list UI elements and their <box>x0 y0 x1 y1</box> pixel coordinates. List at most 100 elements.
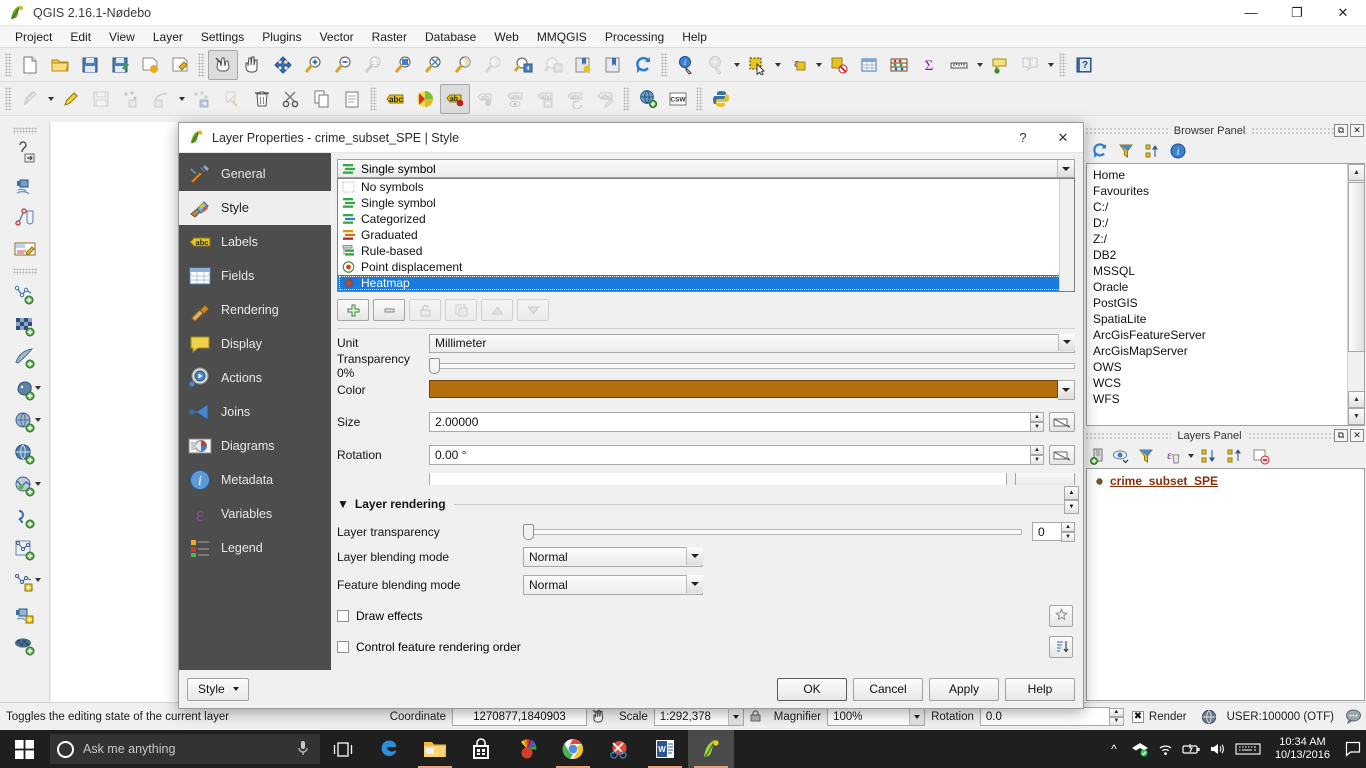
highlight-pinned-labels-button[interactable]: ab <box>440 84 470 114</box>
zoom-previous-button[interactable] <box>508 50 538 80</box>
collapse-all-button[interactable] <box>1222 445 1248 467</box>
nav-item-legend[interactable]: Legend <box>179 531 331 565</box>
chevron-down-icon[interactable] <box>35 386 41 390</box>
nav-item-actions[interactable]: Actions <box>179 361 331 395</box>
chevron-down-icon[interactable] <box>35 578 41 582</box>
symbol-panel-scrollbar[interactable]: ▲ ▼ <box>1064 486 1079 514</box>
nav-item-display[interactable]: Display <box>179 327 331 361</box>
move-up-symbol-layer-button[interactable] <box>481 299 513 321</box>
browser-filter-button[interactable] <box>1113 140 1139 162</box>
layer-transparency-spinner[interactable]: ▲ ▼ <box>1061 522 1075 542</box>
toolbar-grip[interactable] <box>623 87 630 111</box>
scroll-up-arrow[interactable]: ▲ <box>1348 164 1365 181</box>
style-menu-button[interactable]: Style <box>187 678 249 701</box>
transparency-spin-up[interactable]: ▲ <box>1061 522 1075 532</box>
touch-zoom-pan-button[interactable] <box>208 50 238 80</box>
show-hide-labels-button[interactable]: abc <box>500 84 530 114</box>
qgis-app-icon[interactable] <box>688 730 734 768</box>
help-contents-button[interactable]: ? <box>1069 50 1099 80</box>
layer-visibility-checkbox[interactable] <box>1093 475 1106 488</box>
add-vector-layer-button[interactable] <box>8 278 42 310</box>
volume-icon[interactable] <box>1205 730 1231 768</box>
coordinate-value[interactable]: 1270877,1840903 <box>452 707 587 726</box>
add-virtual-layer-button[interactable] <box>8 502 42 534</box>
remove-symbol-layer-button[interactable] <box>373 299 405 321</box>
chevron-down-icon[interactable] <box>686 575 703 593</box>
add-wms-layer-button[interactable] <box>8 169 42 201</box>
ok-button[interactable]: OK <box>777 678 847 701</box>
wifi-icon[interactable] <box>1153 730 1179 768</box>
scroll-down-arrow[interactable]: ▼ <box>1064 500 1079 514</box>
browser-item-c-drive[interactable]: C:/ <box>1087 199 1346 215</box>
action-center-icon[interactable] <box>1340 730 1366 768</box>
browser-item-wcs[interactable]: WCS <box>1087 375 1346 391</box>
chevron-down-icon[interactable] <box>35 418 41 422</box>
nav-item-diagrams[interactable]: Diagrams <box>179 429 331 463</box>
layer-labeling-options-button[interactable]: abc <box>380 84 410 114</box>
battery-icon[interactable] <box>1179 730 1205 768</box>
menu-help[interactable]: Help <box>673 28 716 46</box>
add-db2-layer-button[interactable] <box>8 630 42 662</box>
add-oracle-layer-button[interactable] <box>8 598 42 630</box>
draw-effects-settings-button[interactable] <box>1049 605 1073 627</box>
csw-metadata-search-button[interactable]: CSW <box>663 84 693 114</box>
chevron-down-icon[interactable] <box>1057 160 1074 177</box>
task-view-icon[interactable] <box>320 730 366 768</box>
menu-settings[interactable]: Settings <box>192 28 253 46</box>
copy-features-button[interactable] <box>307 84 337 114</box>
browser-item-oracle[interactable]: Oracle <box>1087 279 1346 295</box>
layer-item-crime-subset-spe[interactable]: crime_subset_SPE <box>1087 473 1364 489</box>
apply-button[interactable]: Apply <box>929 678 999 701</box>
renderer-type-combobox[interactable]: Single symbol <box>337 159 1075 178</box>
microphone-icon[interactable] <box>296 740 310 759</box>
nav-item-joins[interactable]: Joins <box>179 395 331 429</box>
messages-log-icon[interactable] <box>1340 708 1366 725</box>
remove-layer-button[interactable] <box>1248 445 1274 467</box>
layer-transparency-slider[interactable] <box>523 523 1022 541</box>
vertical-toolbar-grip[interactable] <box>13 127 37 134</box>
panel-drag-dots[interactable] <box>1248 432 1334 439</box>
feature-blending-combobox[interactable]: Normal <box>523 575 703 595</box>
renderer-option-rule-based[interactable]: Rule-based <box>338 243 1074 259</box>
toggle-editing-button[interactable] <box>56 84 86 114</box>
toggle-extents-icon[interactable] <box>587 708 613 725</box>
chevron-down-icon[interactable] <box>35 482 41 486</box>
add-spatialite-layer-button[interactable] <box>8 342 42 374</box>
style-manager-button[interactable] <box>410 84 440 114</box>
zoom-to-selection-alt-button[interactable] <box>478 50 508 80</box>
filter-legend-by-expression-button[interactable]: ε <box>1159 445 1185 467</box>
dropbox-icon[interactable] <box>1127 730 1153 768</box>
chevron-down-icon[interactable] <box>1058 334 1075 351</box>
browser-item-db2[interactable]: DB2 <box>1087 247 1346 263</box>
taskbar-clock[interactable]: 10:34 AM 10/13/2016 <box>1265 736 1340 762</box>
browser-item-arcgisfeatureserver[interactable]: ArcGisFeatureServer <box>1087 327 1346 343</box>
size-spin-down[interactable]: ▼ <box>1030 422 1044 432</box>
nav-item-rendering[interactable]: Rendering <box>179 293 331 327</box>
search-input-placeholder[interactable]: Ask me anything <box>83 742 296 756</box>
menu-view[interactable]: View <box>100 28 144 46</box>
menu-layer[interactable]: Layer <box>144 28 192 46</box>
filter-expression-caret[interactable] <box>1185 445 1196 467</box>
save-project-button[interactable] <box>75 50 105 80</box>
scale-combobox[interactable]: 1:292,378 <box>654 707 744 726</box>
vertical-toolbar-grip[interactable] <box>13 268 37 275</box>
duplicate-symbol-layer-button[interactable] <box>445 299 477 321</box>
zoom-native-resolution-button[interactable]: 1:1 <box>358 50 388 80</box>
annotation-dropdown-caret[interactable] <box>1045 50 1056 80</box>
window-maximize-button[interactable]: ❐ <box>1274 0 1320 26</box>
menu-plugins[interactable]: Plugins <box>253 28 310 46</box>
slider-knob[interactable] <box>523 524 534 540</box>
manage-layer-visibility-button[interactable] <box>1109 445 1133 467</box>
select-features-button[interactable] <box>742 50 772 80</box>
feature-action-dropdown-caret[interactable] <box>731 50 742 80</box>
new-print-composer-button[interactable] <box>135 50 165 80</box>
browser-item-mssql[interactable]: MSSQL <box>1087 263 1346 279</box>
help-button[interactable]: Help <box>1005 678 1075 701</box>
paste-features-button[interactable] <box>337 84 367 114</box>
browser-refresh-button[interactable] <box>1087 140 1113 162</box>
rotation-spinner[interactable]: ▲ ▼ <box>1109 708 1124 726</box>
window-minimize-button[interactable]: — <box>1228 0 1274 26</box>
menu-vector[interactable]: Vector <box>311 28 363 46</box>
select-by-expression-button[interactable]: ε <box>783 50 813 80</box>
browser-item-d-drive[interactable]: D:/ <box>1087 215 1346 231</box>
